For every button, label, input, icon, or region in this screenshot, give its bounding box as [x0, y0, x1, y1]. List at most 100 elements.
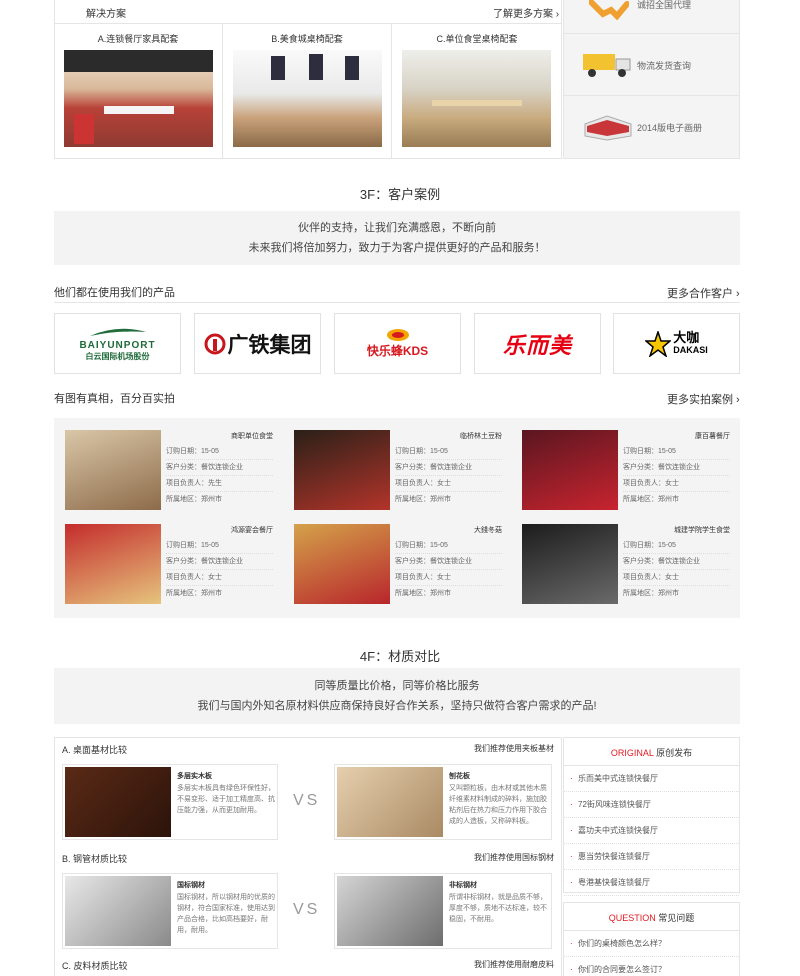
material-recommend[interactable]: 我们推荐使用耐磨皮料 — [474, 959, 554, 970]
case-card[interactable]: 临桥林土豆粉 订购日期：15-05 客户分类：餐饮连锁企业 项目负责人：女士 所… — [294, 430, 502, 512]
case-owner: 项目负责人：女士 — [623, 476, 730, 492]
question-head-en: QUESTION — [608, 913, 656, 923]
news-item[interactable]: 惠当劳快餐连锁餐厅 — [564, 844, 739, 870]
material-right-card[interactable]: 刨花板 又叫颗粒板，由木材或其他木质纤维素材料制成的碎料，施加胶粘剂后在热力和压… — [334, 764, 552, 840]
solution-image — [233, 50, 382, 147]
case-title: 城建学院学生食堂 — [674, 527, 730, 534]
case-photo — [65, 524, 161, 604]
case-photo — [522, 524, 618, 604]
case-category: 客户分类：餐饮连锁企业 — [395, 554, 502, 570]
material-right-desc: 所谓非标钢材，就是品质不够，厚度不够，质地不达标准，较不稳固，不耐用。 — [449, 894, 547, 923]
news-item[interactable]: 72街风味连锁快餐厅 — [564, 792, 739, 818]
case-info: 康百薯餐厅 订购日期：15-05 客户分类：餐饮连锁企业 项目负责人：女士 所属… — [623, 430, 730, 508]
material-recommend[interactable]: 我们推荐使用国标钢材 — [474, 852, 554, 863]
material-left-title: 多层实木板 — [177, 773, 212, 780]
partners-divider — [54, 302, 740, 303]
material-right-card[interactable]: 非标钢材 所谓非标钢材，就是品质不够，厚度不够，质地不达标准，较不稳固，不耐用。 — [334, 873, 552, 949]
material-left-card[interactable]: 多层实木板 多层实木板具有绿色环保性好，不易变形、适于加工精度高、抗压能力强，从… — [62, 764, 278, 840]
case-card[interactable]: 商职单位食堂 订购日期：15-05 客户分类：餐饮连锁企业 项目负责人：先生 所… — [65, 430, 273, 512]
case-date: 订购日期：15-05 — [623, 444, 730, 460]
solution-col-b[interactable]: B.美食城桌椅配套 — [223, 24, 392, 159]
case-category: 客户分类：餐饮连锁企业 — [166, 460, 273, 476]
partner-word: 广铁集团 — [227, 333, 312, 357]
partner-logo-dakasi[interactable]: 大咖 DAKASI — [613, 313, 740, 374]
solution-image — [402, 50, 551, 147]
case-card[interactable]: 城建学院学生食堂 订购日期：15-05 客户分类：餐饮连锁企业 项目负责人：女士… — [522, 524, 730, 606]
case-card[interactable]: 康百薯餐厅 订购日期：15-05 客户分类：餐饮连锁企业 项目负责人：女士 所属… — [522, 430, 730, 512]
material-right-image — [337, 767, 443, 837]
original-news-list: 乐而美中式连锁快餐厅72街风味连锁快餐厅嘉功夫中式连锁快餐厅惠当劳快餐连锁餐厅粤… — [564, 766, 739, 896]
intro-line: 同等质量比价格，同等价格比服务 — [314, 680, 480, 692]
photos-more-link[interactable]: 更多实拍案例 — [667, 391, 740, 407]
side-service-label: 物流发货查询 — [637, 61, 692, 71]
case-region: 所属地区：郑州市 — [395, 496, 451, 503]
partner-logo-baiyun[interactable]: BAIYUNPORT 白云国际机场股份 — [54, 313, 181, 374]
solution-label: C.单位食堂桌椅配套 — [436, 34, 518, 44]
news-item[interactable]: 粤港基快餐连锁餐厅 — [564, 870, 739, 896]
partner-word: BAIYUNPORT — [79, 339, 156, 351]
material-row-header: C. 皮料材质比较 我们推荐使用耐磨皮料 — [62, 956, 554, 972]
case-owner: 项目负责人：女士 — [166, 570, 273, 586]
case-title: 临桥林土豆粉 — [460, 433, 502, 440]
case-info: 临桥林土豆粉 订购日期：15-05 客户分类：餐饮连锁企业 项目负责人：女士 所… — [395, 430, 502, 508]
side-service-logistics[interactable]: 物流发货查询 — [563, 34, 740, 96]
case-date: 订购日期：15-05 — [166, 538, 273, 554]
case-title: 商职单位食堂 — [231, 433, 273, 440]
case-card[interactable]: 大錢冬菇 订购日期：15-05 客户分类：餐饮连锁企业 项目负责人：女士 所属地… — [294, 524, 502, 606]
solution-image — [64, 50, 213, 147]
question-item[interactable]: 你们的桌椅颜色怎么样？ — [564, 931, 739, 957]
material-left-card[interactable]: 国标钢材 国标钢材，所以钢材用的优质的钢材，符合国家标准，使用达到产品合格，比如… — [62, 873, 278, 949]
case-owner: 项目负责人：女士 — [623, 570, 730, 586]
solutions-more-link[interactable]: 了解更多方案 — [493, 5, 559, 20]
vs-label: VS — [293, 901, 321, 918]
case-category: 客户分类：餐饮连锁企业 — [623, 554, 730, 570]
side-service-brochure[interactable]: 2014版电子画册 — [563, 96, 740, 159]
case-info: 大錢冬菇 订购日期：15-05 客户分类：餐饮连锁企业 项目负责人：女士 所属地… — [395, 524, 502, 602]
solution-col-c[interactable]: C.单位食堂桌椅配套 — [392, 24, 562, 159]
bee-mascot-icon — [386, 329, 409, 341]
material-left-title: 国标钢材 — [177, 882, 205, 889]
question-panel: QUESTION 常见问题 你们的桌椅颜色怎么样？你们的合同要怎么签订？ — [563, 902, 740, 976]
partner-logo-kds[interactable]: 快乐蜂KDS — [334, 313, 461, 374]
brochure-icon — [583, 114, 633, 142]
case-region: 所属地区：郑州市 — [395, 590, 451, 597]
intro-line: 我们与国内外知名原材料供应商保持良好合作关系，坚持只做符合客户需求的产品! — [197, 700, 597, 712]
case-category: 客户分类：餐饮连锁企业 — [395, 460, 502, 476]
side-service-agent[interactable]: 诚招全国代理 — [563, 0, 740, 34]
news-item[interactable]: 嘉功夫中式连锁快餐厅 — [564, 818, 739, 844]
case-card[interactable]: 鸿源宴会餐厅 订购日期：15-05 客户分类：餐饮连锁企业 项目负责人：女士 所… — [65, 524, 273, 606]
partner-logo-leermei[interactable]: 乐而美 — [474, 313, 601, 374]
case-region: 所属地区：郑州市 — [623, 496, 679, 503]
case-region: 所属地区：郑州市 — [166, 496, 222, 503]
handshake-icon — [588, 0, 630, 21]
question-item[interactable]: 你们的合同要怎么签订？ — [564, 957, 739, 976]
partners-more-link[interactable]: 更多合作客户 — [667, 285, 740, 301]
photos-title: 有图有真相，百分百实拍 — [54, 393, 175, 405]
side-service-label: 诚招全国代理 — [637, 0, 692, 10]
case-photo — [522, 430, 618, 510]
case-region: 所属地区：郑州市 — [623, 590, 679, 597]
partner-word: 乐而美 — [502, 332, 572, 358]
railway-logo-icon — [204, 333, 225, 354]
partner-logo-guangtie[interactable]: 广铁集团 — [194, 313, 321, 374]
solution-col-a[interactable]: A.连锁餐厅家具配套 — [54, 24, 223, 159]
material-left-image — [65, 876, 171, 946]
partner-sub: DAKASI — [673, 344, 708, 355]
original-head-en: ORIGINAL — [610, 748, 654, 758]
material-recommend[interactable]: 我们推荐使用夹板基材 — [474, 743, 554, 754]
star-icon — [645, 330, 672, 357]
case-owner: 项目负责人：先生 — [166, 476, 273, 492]
case-photo — [294, 524, 390, 604]
intro-line: 未来我们将倍加努力，致力于为客户提供更好的产品和服务！ — [248, 242, 546, 254]
original-header: ORIGINAL 原创发布 — [564, 746, 739, 759]
solution-label: A.连锁餐厅家具配套 — [97, 34, 179, 44]
partners-title: 他们都在使用我们的产品 — [54, 287, 175, 299]
case-title: 鸿源宴会餐厅 — [231, 527, 273, 534]
case-photo — [294, 430, 390, 510]
news-item[interactable]: 乐而美中式连锁快餐厅 — [564, 766, 739, 792]
case-owner: 项目负责人：女士 — [395, 570, 502, 586]
material-left-desc: 多层实木板具有绿色环保性好，不易变形、适于加工精度高、抗压能力强，从而更加耐用。 — [177, 785, 275, 814]
case-date: 订购日期：15-05 — [623, 538, 730, 554]
partner-sub: 白云国际机场股份 — [85, 351, 150, 361]
truck-icon — [583, 52, 633, 78]
